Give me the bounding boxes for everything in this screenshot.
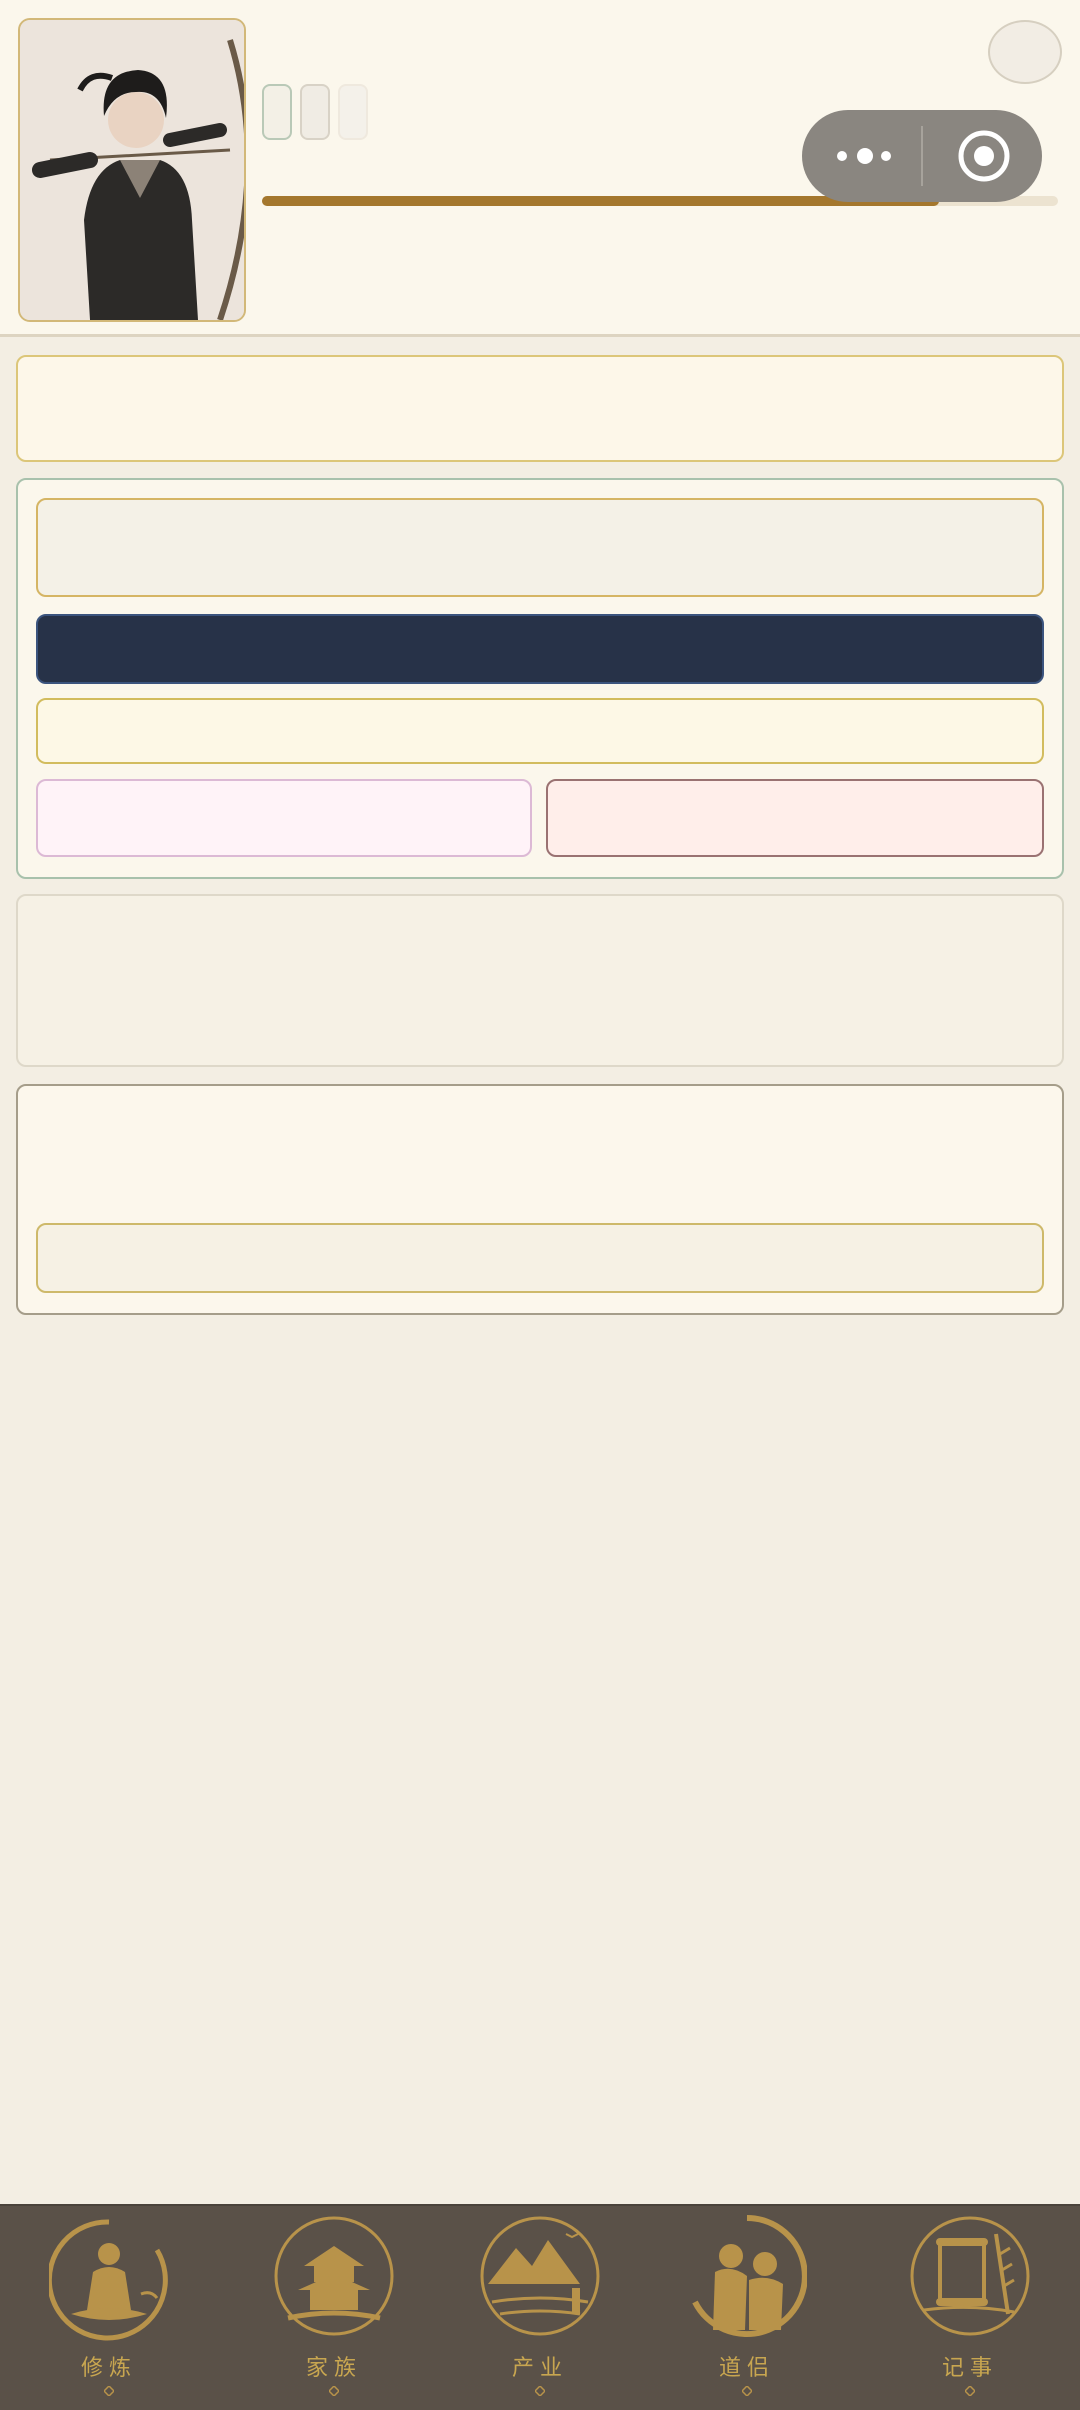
left-option-button[interactable]: [36, 779, 532, 857]
tab-dot-icon: [104, 2386, 114, 2396]
primary-action-button[interactable]: [36, 614, 1044, 684]
tab-dot-icon: [535, 2386, 545, 2396]
details-section: [16, 894, 1064, 1067]
couple-emblem-icon: [692, 2215, 807, 2337]
tab-industry-label: 产业: [511, 2356, 568, 2381]
status-pill-3: [338, 84, 368, 140]
tab-industry[interactable]: 产业: [465, 2206, 615, 2410]
meditation-emblem-icon: [49, 2219, 168, 2341]
pavilion-emblem-icon: [274, 2216, 394, 2336]
right-option-button[interactable]: [546, 779, 1044, 857]
profile-header: [0, 0, 1080, 337]
tab-family-label: 家族: [305, 2356, 362, 2381]
panel-option-field[interactable]: [36, 698, 1044, 764]
corner-button[interactable]: [988, 20, 1062, 84]
status-pill-2: [300, 84, 330, 140]
archer-portrait-icon: [20, 20, 244, 320]
target-icon[interactable]: [924, 110, 1042, 202]
bottom-tab-bar: 修炼 家族 产业 道侣 记事: [0, 2204, 1080, 2410]
more-dots-icon[interactable]: [828, 110, 918, 202]
tab-journal[interactable]: 记事: [895, 2206, 1045, 2410]
tab-dot-icon: [329, 2386, 339, 2396]
tab-journal-label: 记事: [941, 2356, 998, 2381]
tab-cultivation[interactable]: 修炼: [34, 2206, 184, 2410]
scroll-emblem-icon: [910, 2216, 1030, 2336]
tab-dot-icon: [965, 2386, 975, 2396]
tab-companion-label: 道侣: [718, 2356, 775, 2381]
status-pill-1: [262, 84, 292, 140]
tab-family[interactable]: 家族: [259, 2206, 409, 2410]
avatar[interactable]: [18, 18, 246, 322]
capsule-divider: [921, 126, 923, 186]
info-banner: [16, 355, 1064, 462]
panel-input-box[interactable]: [36, 498, 1044, 597]
landscape-emblem-icon: [480, 2216, 600, 2336]
mini-program-capsule: [802, 110, 1042, 202]
notes-input[interactable]: [36, 1223, 1044, 1293]
tab-cultivation-label: 修炼: [80, 2356, 137, 2381]
tab-dot-icon: [742, 2386, 752, 2396]
tab-companion[interactable]: 道侣: [672, 2206, 822, 2410]
